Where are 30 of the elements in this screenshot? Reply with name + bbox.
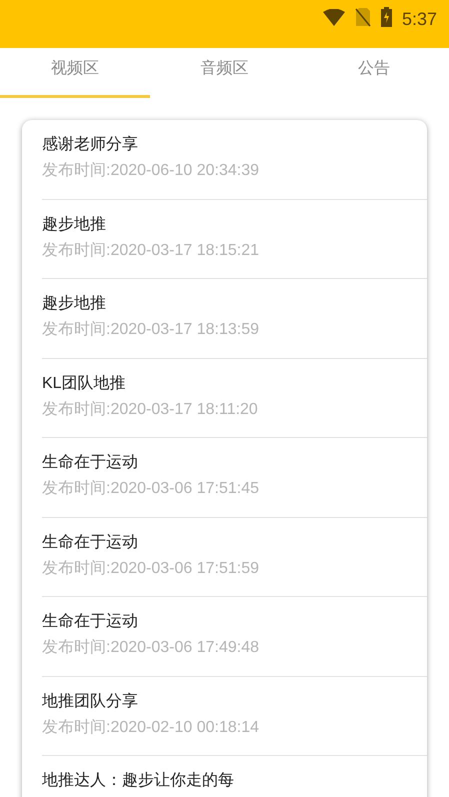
post-title: 生命在于运动 xyxy=(42,532,139,552)
post-title: 地推达人：趣步让你走的每 xyxy=(42,770,235,791)
publish-time: 发布时间:2020-06-10 20:34:39 xyxy=(42,160,260,181)
post-title: KL团队地推 xyxy=(42,374,127,394)
post-item[interactable]: 生命在于运动 发布时间:2020-03-06 17:49:48 xyxy=(42,597,427,676)
post-item[interactable]: 趣步地推 发布时间:2020-03-17 18:15:21 xyxy=(42,200,427,279)
post-title: 趣步地推 xyxy=(42,294,107,314)
post-item[interactable]: 感谢老师分享 发布时间:2020-06-10 20:34:39 xyxy=(42,120,427,200)
post-title: 生命在于运动 xyxy=(42,452,139,473)
wifi-icon xyxy=(322,9,345,27)
publish-time: 发布时间:2020-03-17 18:15:21 xyxy=(42,240,260,260)
publish-time: 发布时间:2020-03-17 18:11:20 xyxy=(42,400,259,420)
post-title: 趣步地推 xyxy=(42,214,107,234)
post-title: 生命在于运动 xyxy=(42,612,139,632)
status-time: 5:37 xyxy=(402,8,437,31)
publish-time: 发布时间:2020-03-06 17:51:45 xyxy=(42,478,260,499)
no-sim-icon xyxy=(354,7,371,27)
post-item[interactable]: KL团队地推 发布时间:2020-03-17 18:11:20 xyxy=(42,358,427,438)
post-item[interactable]: 生命在于运动 发布时间:2020-03-06 17:51:59 xyxy=(42,518,427,597)
publish-time: 发布时间:2020-03-06 17:49:48 xyxy=(42,638,260,658)
post-item[interactable]: 地推达人：趣步让你走的每 xyxy=(42,756,427,797)
post-title: 感谢老师分享 xyxy=(42,134,139,155)
publish-time: 发布时间:2020-02-10 00:18:14 xyxy=(42,718,260,738)
post-item[interactable]: 趣步地推 发布时间:2020-03-17 18:13:59 xyxy=(42,279,427,358)
publish-time: 发布时间:2020-03-17 18:13:59 xyxy=(42,320,260,340)
post-item[interactable]: 生命在于运动 发布时间:2020-03-06 17:51:45 xyxy=(42,438,427,518)
battery-charging-icon xyxy=(380,7,392,27)
post-title: 地推团队分享 xyxy=(42,692,139,712)
publish-time: 发布时间:2020-03-06 17:51:59 xyxy=(42,558,260,578)
post-item[interactable]: 地推团队分享 发布时间:2020-02-10 00:18:14 xyxy=(42,676,427,756)
